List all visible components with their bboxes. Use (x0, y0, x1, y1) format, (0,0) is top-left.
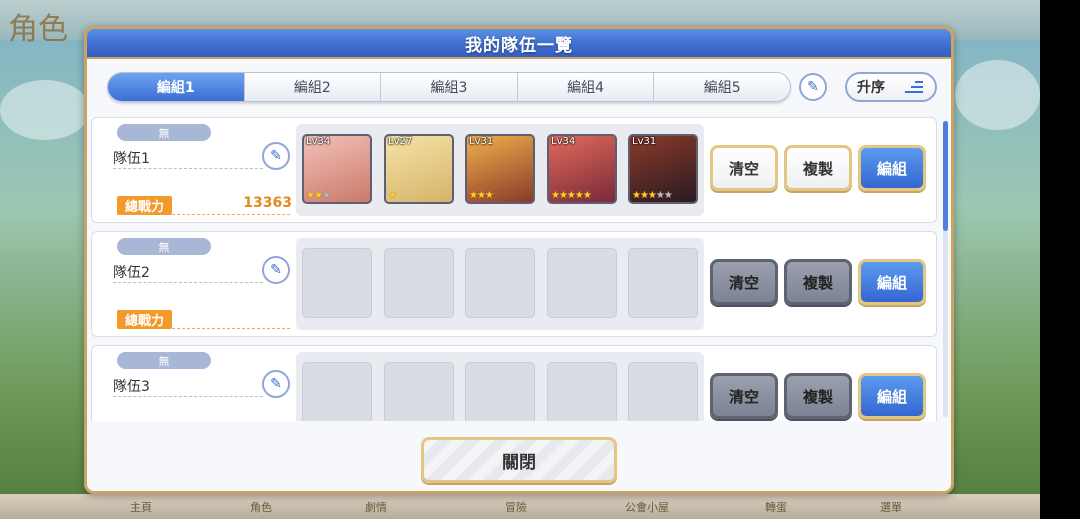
sort-icon (905, 81, 923, 95)
tab-group-5[interactable]: 編組5 (654, 73, 790, 101)
divider (172, 214, 290, 215)
team-row: 無隊伍1 ✎ 總戰力 13363 Lv34 ★★★ Lv27 ★ Lv31 ★★★ Lv34 ★★★★… (91, 117, 937, 223)
divider (113, 396, 263, 397)
tab-group-1[interactable]: 編組1 (108, 73, 245, 101)
character-level: Lv34 (551, 136, 576, 147)
team-name: 隊伍3 (113, 379, 150, 395)
character-slot-panel: Lv34 ★★★ Lv27 ★ Lv31 ★★★ Lv34 ★★★★★ Lv31 ★★★★★ (296, 124, 704, 216)
character-level: Lv31 (469, 136, 494, 147)
team-tag-badge: 無 (117, 352, 211, 369)
team-group-tabs: 編組1 編組2 編組3 編組4 編組5 (107, 72, 791, 102)
empty-character-slot[interactable] (628, 248, 698, 318)
edit-team-button[interactable]: 編組 (858, 145, 926, 191)
empty-character-slot[interactable] (547, 248, 617, 318)
dialog-header: 我的隊伍一覽 (87, 29, 951, 59)
empty-character-slot[interactable] (628, 362, 698, 421)
pencil-icon: ✎ (270, 376, 282, 392)
team-list: 無隊伍1 ✎ 總戰力 13363 Lv34 ★★★ Lv27 ★ Lv31 ★★★ Lv34 ★★★★… (91, 117, 941, 421)
star-rating-icon: ★★★★★ (632, 190, 673, 201)
divider (113, 282, 263, 283)
empty-character-slot[interactable] (302, 362, 372, 421)
bottom-nav-item[interactable]: 角色 (250, 499, 272, 515)
tab-group-3[interactable]: 編組3 (381, 73, 518, 101)
empty-character-slot[interactable] (547, 362, 617, 421)
character-level: Lv34 (306, 136, 331, 147)
character-level: Lv31 (632, 136, 657, 147)
copy-team-button[interactable]: 複製 (784, 373, 852, 419)
edit-team-button[interactable]: 編組 (858, 373, 926, 419)
copy-team-button[interactable]: 複製 (784, 259, 852, 305)
dialog-title: 我的隊伍一覽 (465, 35, 573, 56)
empty-character-slot[interactable] (384, 362, 454, 421)
pencil-icon: ✎ (270, 148, 282, 164)
divider (113, 168, 263, 169)
empty-character-slot[interactable] (465, 362, 535, 421)
character-slot[interactable]: Lv31 ★★★★★ (628, 134, 698, 204)
bottom-nav-item[interactable]: 選單 (880, 499, 902, 515)
close-button[interactable]: 關閉 (421, 437, 617, 483)
background-bottom-nav: 主頁 角色 劇情 冒險 公會小屋 轉蛋 選單 (0, 494, 1080, 519)
bottom-nav-item[interactable]: 冒險 (505, 499, 527, 515)
team-list-dialog: 我的隊伍一覽 編組1 編組2 編組3 編組4 編組5 ✎ 升序 無隊伍1 ✎ 總戰力… (84, 26, 954, 494)
copy-team-button[interactable]: 複製 (784, 145, 852, 191)
team-name: 隊伍1 (113, 151, 150, 167)
total-power-label: 總戰力 (117, 196, 172, 215)
character-level: Lv27 (388, 136, 413, 147)
background-cloud (955, 60, 1040, 130)
pencil-icon: ✎ (270, 262, 282, 278)
edit-team-name-button[interactable]: ✎ (262, 256, 290, 284)
team-row: 無隊伍3✎總戰力清空複製編組 (91, 345, 937, 421)
bottom-nav-item[interactable]: 公會小屋 (625, 499, 669, 515)
clear-team-button[interactable]: 清空 (710, 145, 778, 191)
character-slot-panel (296, 238, 704, 330)
divider (172, 328, 290, 329)
empty-character-slot[interactable] (384, 248, 454, 318)
total-power-value: 13363 (243, 195, 292, 211)
star-rating-icon: ★★★ (469, 190, 494, 201)
character-slot-panel (296, 352, 704, 421)
bottom-nav-item[interactable]: 劇情 (365, 499, 387, 515)
team-tag-badge: 無 (117, 238, 211, 255)
tab-group-2[interactable]: 編組2 (245, 73, 382, 101)
background-logo: 角色 (8, 12, 68, 47)
total-power-label: 總戰力 (117, 310, 172, 329)
edit-team-name-button[interactable]: ✎ (262, 370, 290, 398)
edit-group-name-button[interactable]: ✎ (799, 73, 827, 101)
clear-team-button[interactable]: 清空 (710, 373, 778, 419)
clear-team-button[interactable]: 清空 (710, 259, 778, 305)
team-row: 無隊伍2 ✎ 總戰力 清空 複製 編組 (91, 231, 937, 337)
edit-team-name-button[interactable]: ✎ (262, 142, 290, 170)
bottom-nav-item[interactable]: 主頁 (130, 499, 152, 515)
edit-team-button[interactable]: 編組 (858, 259, 926, 305)
screen-edge (1040, 0, 1080, 519)
star-rating-icon: ★ (388, 190, 397, 201)
background-cloud (0, 80, 90, 140)
tab-group-4[interactable]: 編組4 (518, 73, 655, 101)
sort-button[interactable]: 升序 (845, 72, 937, 102)
star-rating-icon: ★★★★★ (551, 190, 592, 201)
character-slot[interactable]: Lv34 ★★★★★ (547, 134, 617, 204)
empty-character-slot[interactable] (465, 248, 535, 318)
team-name: 隊伍2 (113, 265, 150, 281)
team-tag-badge: 無 (117, 124, 211, 141)
sort-label: 升序 (857, 80, 885, 96)
bottom-nav-item[interactable]: 轉蛋 (765, 499, 787, 515)
character-slot[interactable]: Lv34 ★★★ (302, 134, 372, 204)
character-slot[interactable]: Lv27 ★ (384, 134, 454, 204)
empty-character-slot[interactable] (302, 248, 372, 318)
character-slot[interactable]: Lv31 ★★★ (465, 134, 535, 204)
pencil-icon: ✎ (807, 79, 819, 95)
scrollbar-thumb[interactable] (943, 121, 948, 231)
star-rating-icon: ★★★ (306, 190, 331, 201)
